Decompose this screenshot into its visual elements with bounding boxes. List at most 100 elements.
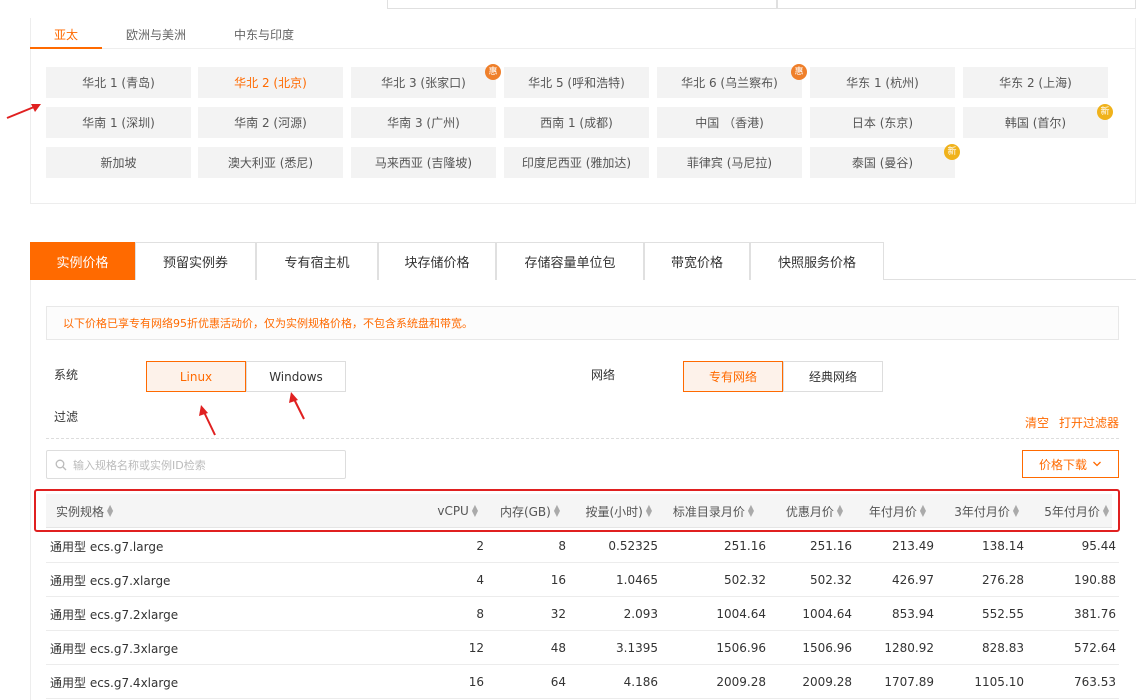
region-button[interactable]: 澳大利亚 (悉尼)	[198, 147, 343, 178]
discount-notice: 以下价格已享专有网络95折优惠活动价，仅为实例规格价格，不包含系统盘和带宽。	[46, 306, 1119, 340]
price-download-label: 价格下载	[1038, 457, 1087, 472]
price-cell: 1004.64	[802, 607, 852, 621]
region-button[interactable]: 中国 （香港)	[657, 107, 802, 138]
price-cell: 4	[476, 573, 484, 587]
clear-filters-link[interactable]: 清空	[1025, 414, 1049, 431]
price-cell: 16	[550, 573, 566, 587]
price-tab[interactable]: 快照服务价格	[750, 242, 884, 280]
price-cell: 32	[550, 607, 566, 621]
price-cell: 8	[476, 607, 484, 621]
price-cell: 64	[550, 675, 566, 689]
discount-badge: 惠	[791, 64, 807, 80]
instance-spec-cell: 通用型 ecs.g7.3xlarge	[50, 641, 179, 656]
price-cell: 1707.89	[884, 675, 934, 689]
price-tab[interactable]: 专有宿主机	[256, 242, 378, 280]
region-button[interactable]: 华北 1 (青岛)	[46, 67, 191, 98]
price-tab[interactable]: 块存储价格	[378, 242, 496, 280]
price-cell: 190.88	[1074, 573, 1116, 587]
price-cell: 1.0465	[616, 573, 658, 587]
price-cell: 48	[550, 641, 566, 655]
os-linux-button[interactable]: Linux	[146, 361, 246, 392]
annotation-arrow-linux	[199, 405, 216, 436]
price-cell: 572.64	[1074, 641, 1116, 655]
region-button[interactable]: 泰国 (曼谷)	[810, 147, 955, 178]
price-cell: 95.44	[1081, 539, 1116, 553]
new-badge: 新	[1097, 104, 1113, 120]
region-button[interactable]: 华北 2 (北京)	[198, 67, 343, 98]
price-tab[interactable]: 存储容量单位包	[496, 242, 644, 280]
price-cell: 251.16	[810, 539, 852, 553]
region-button[interactable]: 华南 1 (深圳)	[46, 107, 191, 138]
price-cell: 2009.28	[716, 675, 766, 689]
region-button[interactable]: 马来西亚 (吉隆坡)	[351, 147, 496, 178]
region-button[interactable]: 印度尼西亚 (雅加达)	[504, 147, 649, 178]
filter-divider	[46, 438, 1119, 439]
price-cell: 276.28	[982, 573, 1024, 587]
region-button[interactable]: 华北 3 (张家口)	[351, 67, 496, 98]
annotation-highlight-header	[34, 489, 1120, 532]
instance-spec-cell: 通用型 ecs.g7.2xlarge	[50, 607, 179, 622]
price-cell: 1506.96	[716, 641, 766, 655]
table-row: 通用型 ecs.g7.xlarge 4 16 1.0465 502.32 502.32 42…	[46, 563, 1119, 597]
price-cell: 1004.64	[716, 607, 766, 621]
price-cell: 426.97	[892, 573, 934, 587]
instance-spec-cell: 通用型 ecs.g7.large	[50, 539, 164, 554]
instance-spec-cell: 通用型 ecs.g7.xlarge	[50, 573, 171, 588]
price-cell: 1105.10	[974, 675, 1024, 689]
annotation-arrow-regions	[6, 104, 41, 119]
price-tab[interactable]: 预留实例券	[135, 242, 256, 280]
price-cell: 2	[476, 539, 484, 553]
price-cell: 853.94	[892, 607, 934, 621]
top-panel-right	[777, 0, 1136, 9]
instance-spec-cell: 通用型 ecs.g7.4xlarge	[50, 675, 179, 690]
price-cell: 381.76	[1074, 607, 1116, 621]
discount-badge: 惠	[485, 64, 501, 80]
region-button[interactable]: 华东 2 (上海)	[963, 67, 1108, 98]
region-tab-divider	[30, 48, 1136, 49]
annotation-arrow-windows	[289, 392, 305, 420]
search-input[interactable]: 输入规格名称或实例ID检索	[46, 450, 346, 479]
price-cell: 1506.96	[802, 641, 852, 655]
filter-label: 过滤	[54, 410, 79, 424]
region-button[interactable]: 华北 6 (乌兰察布)	[657, 67, 802, 98]
price-cell: 763.53	[1074, 675, 1116, 689]
region-tab-middle-east-india[interactable]: 中东与印度	[234, 26, 294, 43]
region-tab-europe-americas[interactable]: 欧洲与美洲	[126, 26, 186, 43]
price-download-button[interactable]: 价格下载	[1022, 450, 1119, 478]
region-button[interactable]: 西南 1 (成都)	[504, 107, 649, 138]
region-tab-asia-pacific[interactable]: 亚太	[54, 26, 78, 43]
search-icon	[55, 459, 67, 470]
os-windows-button[interactable]: Windows	[246, 361, 346, 392]
price-cell: 138.14	[982, 539, 1024, 553]
region-button[interactable]: 韩国 (首尔)	[963, 107, 1108, 138]
region-button[interactable]: 华南 2 (河源)	[198, 107, 343, 138]
region-button[interactable]: 华东 1 (杭州)	[810, 67, 955, 98]
price-cell: 8	[558, 539, 566, 553]
table-row: 通用型 ecs.g7.4xlarge 16 64 4.186 2009.28 2009.2…	[46, 665, 1119, 699]
price-cell: 502.32	[810, 573, 852, 587]
network-classic-button[interactable]: 经典网络	[783, 361, 883, 392]
price-cell: 2.093	[623, 607, 658, 621]
region-button[interactable]: 菲律宾 (马尼拉)	[657, 147, 802, 178]
chevron-down-icon	[1093, 461, 1101, 467]
price-tab[interactable]: 实例价格	[30, 242, 135, 280]
price-cell: 251.16	[724, 539, 766, 553]
price-cell: 3.1395	[616, 641, 658, 655]
region-button[interactable]: 日本 (东京)	[810, 107, 955, 138]
region-button[interactable]: 华北 5 (呼和浩特)	[504, 67, 649, 98]
price-cell: 16	[468, 675, 484, 689]
region-button[interactable]: 新加坡	[46, 147, 191, 178]
table-row: 通用型 ecs.g7.large 2 8 0.52325 251.16 251.16 213…	[46, 529, 1119, 563]
price-tab[interactable]: 带宽价格	[644, 242, 750, 280]
price-cell: 828.83	[982, 641, 1024, 655]
system-label: 系统	[54, 368, 79, 382]
new-badge: 新	[944, 144, 960, 160]
network-vpc-button[interactable]: 专有网络	[683, 361, 783, 392]
region-button[interactable]: 华南 3 (广州)	[351, 107, 496, 138]
network-label: 网络	[591, 368, 616, 382]
price-cell: 502.32	[724, 573, 766, 587]
price-cell: 552.55	[982, 607, 1024, 621]
price-cell: 0.52325	[608, 539, 658, 553]
open-filter-link[interactable]: 打开过滤器	[1059, 414, 1119, 431]
top-panel-left	[387, 0, 777, 9]
